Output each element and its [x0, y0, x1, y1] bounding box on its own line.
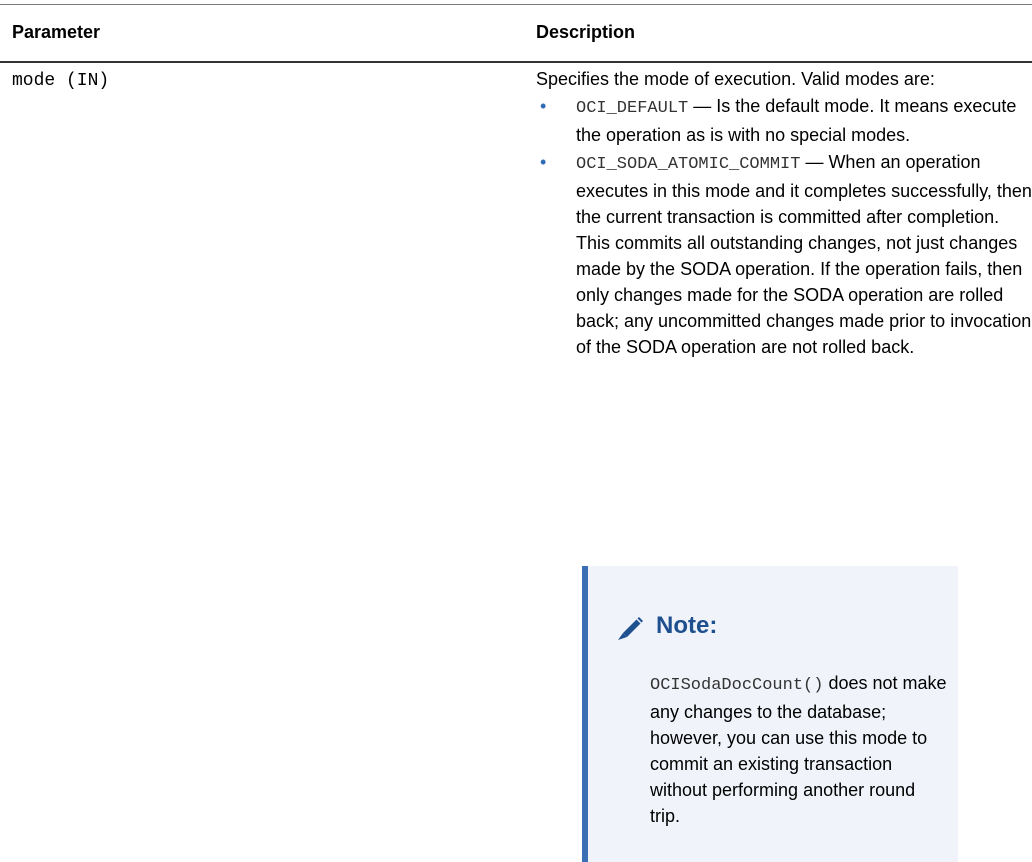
- column-header-parameter: Parameter: [12, 22, 101, 42]
- parameter-name: mode (IN): [12, 71, 110, 91]
- note-text: does not make any changes to the databas…: [650, 673, 947, 826]
- note-callout: Note: OCISodaDocCount() does not make an…: [582, 566, 958, 862]
- column-header-description: Description: [536, 22, 636, 42]
- bullet-icon: •: [540, 96, 547, 116]
- list-item: • OCI_SODA_ATOMIC_COMMIT — When an opera…: [536, 149, 1032, 360]
- note-header: Note:: [614, 608, 717, 644]
- table-top-border: [0, 4, 1032, 5]
- mode-code: OCI_DEFAULT: [576, 99, 689, 118]
- description-cell: Specifies the mode of execution. Valid m…: [536, 66, 1032, 360]
- bullet-icon: •: [540, 152, 547, 172]
- pencil-icon: [618, 617, 643, 640]
- mode-list: • OCI_DEFAULT — Is the default mode. It …: [536, 93, 1032, 360]
- note-code: OCISodaDocCount(): [650, 676, 824, 695]
- table-header-divider: [0, 61, 1032, 63]
- mode-description: — When an operation executes in this mod…: [576, 152, 1032, 357]
- mode-code: OCI_SODA_ATOMIC_COMMIT: [576, 155, 801, 174]
- note-body: OCISodaDocCount() does not make any chan…: [650, 670, 950, 829]
- description-intro: Specifies the mode of execution. Valid m…: [536, 69, 935, 89]
- list-item: • OCI_DEFAULT — Is the default mode. It …: [536, 93, 1032, 148]
- note-title: Note:: [656, 612, 718, 639]
